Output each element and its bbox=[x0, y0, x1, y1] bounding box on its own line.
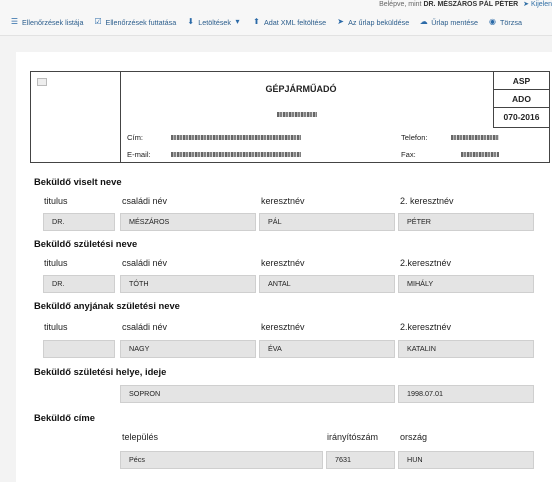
section-title: Beküldő viselt neve bbox=[34, 176, 122, 187]
user-icon: ◉ bbox=[488, 17, 496, 26]
cloud-save-icon: ☁ bbox=[419, 17, 428, 26]
col-header: település bbox=[122, 432, 159, 442]
col-header: családi név bbox=[122, 196, 168, 206]
col-header: keresztnév bbox=[261, 258, 305, 268]
col-header: ország bbox=[400, 432, 428, 442]
list-icon: ☰ bbox=[10, 17, 19, 26]
col-header: 2.keresztnév bbox=[400, 258, 452, 268]
nav-label: Űrlap mentése bbox=[431, 17, 478, 27]
nav-save-form[interactable]: ☁ Űrlap mentése bbox=[419, 14, 478, 30]
birth-family-name-field[interactable]: TÓTH bbox=[120, 275, 256, 293]
city-field[interactable]: Pécs bbox=[120, 451, 323, 469]
check-icon: ☑ bbox=[94, 17, 102, 26]
form-title: GÉPJÁRMŰADÓ bbox=[265, 84, 337, 94]
redacted-email bbox=[171, 152, 301, 157]
second-given-name-field[interactable]: PÉTER bbox=[398, 213, 534, 231]
code-line: ASP bbox=[494, 72, 549, 90]
mother-second-given-name-field[interactable]: KATALIN bbox=[398, 340, 534, 358]
col-header: 2.keresztnév bbox=[400, 322, 452, 332]
nav-submit-form[interactable]: ➤ Az űrlap beküldése bbox=[336, 14, 409, 30]
section-title: Beküldő születési neve bbox=[34, 238, 138, 249]
form-code-box: ASP ADO 070-2016 bbox=[493, 72, 549, 128]
col-header: titulus bbox=[44, 196, 68, 206]
col-header: irányítószám bbox=[327, 432, 379, 442]
nav-label: Adat XML feltöltése bbox=[264, 17, 327, 27]
col-header: keresztnév bbox=[261, 196, 305, 206]
family-name-field[interactable]: MÉSZÁROS bbox=[120, 213, 256, 231]
birth-place-field[interactable]: SOPRON bbox=[120, 385, 395, 403]
nav-label: Ellenőrzések futtatása bbox=[105, 17, 177, 27]
top-toolbar: Belépve, mint DR. MÉSZÁROS PÁL PÉTER ➤ K… bbox=[0, 0, 552, 36]
section-title: Beküldő anyjának születési neve bbox=[34, 300, 180, 311]
nav-label: Törzsa bbox=[499, 17, 522, 27]
redacted-fax bbox=[461, 152, 499, 157]
nav-upload-xml[interactable]: ⬆ Adat XML feltöltése bbox=[252, 14, 326, 30]
send-icon: ➤ bbox=[337, 17, 344, 26]
section-title: Beküldő születési helye, ideje bbox=[34, 366, 167, 377]
code-line: ADO bbox=[494, 90, 549, 108]
col-header: családi név bbox=[122, 258, 168, 268]
logout-link[interactable]: ➤ Kijelen bbox=[523, 1, 552, 8]
redacted-phone bbox=[451, 135, 499, 140]
nav-label: Letöltések bbox=[198, 17, 232, 27]
col-header: családi név bbox=[122, 322, 168, 332]
postal-code-field[interactable]: 7631 bbox=[326, 451, 395, 469]
given-name-field[interactable]: PÁL bbox=[259, 213, 395, 231]
redacted-subtitle bbox=[277, 112, 317, 117]
address-label: Cím: bbox=[127, 133, 144, 142]
phone-label: Telefon: bbox=[401, 133, 428, 142]
upload-icon: ⬆ bbox=[253, 17, 260, 26]
download-icon: ⬇ bbox=[187, 17, 195, 26]
login-status: Belépve, mint DR. MÉSZÁROS PÁL PÉTER ➤ K… bbox=[379, 0, 552, 8]
birth-date-field[interactable]: 1998.07.01 bbox=[398, 385, 534, 403]
nav-master-data[interactable]: ◉ Törzsa bbox=[488, 14, 522, 30]
form-page: GÉPJÁRMŰADÓ ASP ADO 070-2016 Cím: E-mail… bbox=[16, 52, 552, 482]
col-header: titulus bbox=[44, 258, 68, 268]
logged-in-user: DR. MÉSZÁROS PÁL PÉTER bbox=[423, 1, 519, 8]
country-field[interactable]: HUN bbox=[398, 451, 534, 469]
col-header: keresztnév bbox=[261, 322, 305, 332]
title-field[interactable]: DR. bbox=[43, 213, 115, 231]
nav-run-checks[interactable]: ☑ Ellenőrzések futtatása bbox=[94, 14, 177, 30]
nav-check-list[interactable]: ☰ Ellenőrzések listája bbox=[10, 14, 84, 30]
fax-label: Fax: bbox=[401, 150, 416, 159]
nav-label: Ellenőrzések listája bbox=[22, 17, 84, 27]
logo-placeholder bbox=[31, 72, 121, 162]
col-header: 2. keresztnév bbox=[400, 196, 454, 206]
mother-title-field[interactable] bbox=[43, 340, 115, 358]
nav-bar: ☰ Ellenőrzések listája ☑ Ellenőrzések futt… bbox=[0, 14, 522, 30]
col-header: titulus bbox=[44, 322, 68, 332]
nav-label: Az űrlap beküldése bbox=[348, 17, 410, 27]
mother-family-name-field[interactable]: NAGY bbox=[120, 340, 256, 358]
code-line: 070-2016 bbox=[503, 112, 540, 122]
chevron-down-icon: ▾ bbox=[235, 17, 240, 26]
form-header: GÉPJÁRMŰADÓ ASP ADO 070-2016 Cím: E-mail… bbox=[30, 71, 550, 163]
logout-label: Kijelen bbox=[530, 1, 552, 8]
email-label: E-mail: bbox=[127, 150, 151, 159]
login-prefix: Belépve, mint bbox=[379, 1, 422, 8]
redacted-address bbox=[171, 135, 301, 140]
mother-given-name-field[interactable]: ÉVA bbox=[259, 340, 395, 358]
section-title: Beküldő címe bbox=[34, 412, 95, 423]
nav-downloads[interactable]: ⬇ Letöltések ▾ bbox=[186, 14, 242, 30]
birth-title-field[interactable]: DR. bbox=[43, 275, 115, 293]
birth-given-name-field[interactable]: ANTAL bbox=[259, 275, 395, 293]
birth-second-given-name-field[interactable]: MIHÁLY bbox=[398, 275, 534, 293]
broken-image-icon bbox=[37, 78, 47, 86]
